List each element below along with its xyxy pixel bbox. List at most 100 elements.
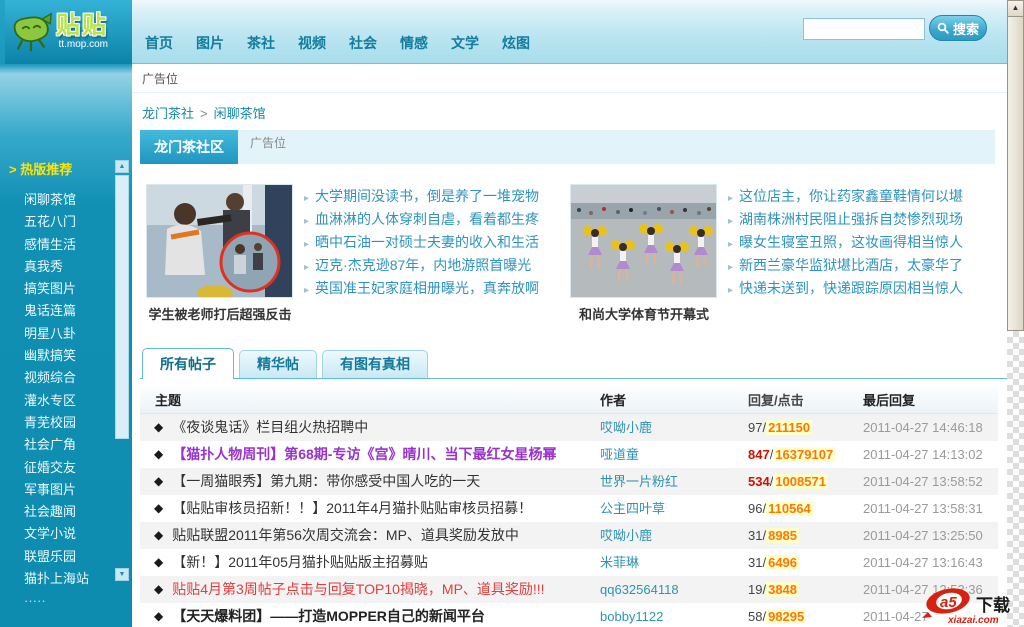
sidebar-item[interactable]: ····· (0, 590, 116, 612)
sidebar-item[interactable]: 青芜校园 (0, 412, 116, 434)
post-author-link[interactable]: 米菲琳 (600, 555, 639, 570)
sidebar-item[interactable]: 鬼话连篇 (0, 300, 116, 322)
post-title-link[interactable]: 《夜谈鬼话》栏目组火热招聘中 (172, 414, 368, 441)
diamond-bullet-icon: ◆ (154, 474, 164, 488)
last-reply-time: 2011-04-27 13:58:31 (863, 501, 983, 516)
post-title-link[interactable]: 贴贴4月第3周帖子点击与回复TOP10揭晓，MP、道具奖励!!! (172, 576, 544, 603)
sidebar-item[interactable]: 联盟乐园 (0, 546, 116, 568)
search-input[interactable] (803, 18, 925, 40)
a5xiazai-watermark: a5 下载 xiazai.com (922, 586, 1010, 626)
news-link-line: ▸ 血淋淋的人体穿刺自虐，看着都生疼 (304, 208, 539, 231)
arrow-bullet-icon: ▸ (304, 216, 310, 227)
sidebar-scroll-thumb[interactable] (115, 175, 129, 439)
last-reply-time: 2011-04-27 14:13:02 (863, 447, 983, 462)
breadcrumb-section-link[interactable]: 龙门茶社 (142, 106, 194, 121)
post-table-header: 主题 作者 回复/点击 最后回复 (140, 388, 998, 414)
sidebar-item[interactable]: 感情生活 (0, 234, 116, 256)
post-author-link[interactable]: 世界一片粉红 (600, 474, 678, 489)
post-title-link[interactable]: 【一周猫眼秀】第九期：带你感受中国人吃的一天 (172, 468, 480, 495)
post-title-link[interactable]: 贴贴联盟2011年第56次周交流会：MP、道具奖励发放中 (172, 522, 519, 549)
sidebar-item[interactable]: 猫扑上海站 (0, 568, 116, 590)
sidebar-item[interactable]: 文学小说 (0, 523, 116, 545)
post-title-link[interactable]: 【贴贴审核员招新！！】2011年4月猫扑贴贴审核员招募！ (172, 495, 532, 522)
nav-item[interactable]: 社会 (349, 33, 377, 53)
sidebar-item[interactable]: 视频综合 (0, 367, 116, 389)
news-section: 学生被老师打后超强反击 ▸ 大学期间没读书，倒是养了一堆宠物 ▸ 血淋淋的人体穿刺自虐… (146, 184, 1007, 323)
sidebar-item[interactable]: 明星八卦 (0, 323, 116, 345)
nav-item[interactable]: 炫图 (502, 33, 530, 53)
post-author-link[interactable]: 哎呦小鹿 (600, 528, 652, 543)
diamond-bullet-icon: ◆ (154, 501, 164, 515)
news-link[interactable]: 新西兰豪华监狱堪比酒店，太豪华了 (739, 257, 963, 273)
news-photo-caption[interactable]: 和尚大学体育节开幕式 (570, 304, 718, 323)
site-logo[interactable]: 贴贴 tt.mop.com (5, 0, 132, 64)
click-count: 16379107 (773, 447, 836, 462)
browser-scrollbar: ▲ (1007, 0, 1024, 627)
post-author-link[interactable]: 公主四叶草 (600, 501, 665, 516)
arrow-bullet-icon: ▸ (304, 239, 310, 250)
sidebar-item[interactable]: 社会趣闻 (0, 501, 116, 523)
news-link-line: ▸ 这位店主，你让药家鑫童鞋情何以堪 (728, 185, 963, 208)
sidebar-item[interactable]: 搞笑图片 (0, 278, 116, 300)
header-last-reply: 最后回复 (863, 393, 916, 408)
news-link[interactable]: 迈克·杰克逊87年，内地游照首曝光 (315, 257, 531, 273)
sidebar-item[interactable]: 五花八门 (0, 211, 116, 233)
scrollbar-thumb[interactable] (1007, 17, 1024, 331)
sidebar-item[interactable]: 闲聊茶馆 (0, 189, 116, 211)
nav-item[interactable]: 图片 (196, 33, 224, 53)
news-link[interactable]: 血淋淋的人体穿刺自虐，看着都生疼 (315, 211, 539, 227)
news-link[interactable]: 湖南株洲村民阻止强拆自焚惨烈现场 (739, 211, 963, 227)
header-author: 作者 (600, 393, 627, 408)
post-author-link[interactable]: 哎呦小鹿 (600, 420, 652, 435)
mop-mascot-icon (13, 12, 52, 52)
news-photo-caption[interactable]: 学生被老师打后超强反击 (146, 304, 294, 323)
news-photo-2[interactable] (570, 184, 717, 298)
sidebar-item[interactable]: 征婚交友 (0, 457, 116, 479)
scrollbar-up-icon[interactable]: ▲ (1007, 0, 1024, 17)
sidebar-item[interactable]: 军事图片 (0, 479, 116, 501)
sidebar-item[interactable]: 幽默搞笑 (0, 345, 116, 367)
sidebar-item[interactable]: 灌水专区 (0, 390, 116, 412)
sidebar-scroll-down-button[interactable]: ▼ (115, 568, 129, 581)
svg-text:a5: a5 (940, 594, 957, 611)
post-author-link[interactable]: 哑道童 (600, 447, 639, 462)
sidebar-item[interactable]: 真我秀 (0, 256, 116, 278)
last-reply-time: 2011-04-27 13:58:52 (863, 474, 983, 489)
nav-item[interactable]: 茶社 (247, 33, 275, 53)
news-links-1: ▸ 大学期间没读书，倒是养了一堆宠物 ▸ 血淋淋的人体穿刺自虐，看着都生疼 ▸ 晒中石油一… (304, 184, 539, 323)
sidebar-item[interactable]: 社会广角 (0, 434, 116, 456)
breadcrumb-current-link[interactable]: 闲聊茶馆 (214, 106, 266, 121)
news-link[interactable]: 曝女生寝室丑照，这妆画得相当惊人 (739, 234, 963, 250)
last-reply-time: 2011-04-27 13:25:50 (863, 528, 983, 543)
news-link[interactable]: 快递未送到，快递跟踪原因相当惊人 (739, 280, 963, 296)
nav-item[interactable]: 视频 (298, 33, 326, 53)
nav-item[interactable]: 情感 (400, 33, 428, 53)
tab[interactable]: 有图有真相 (322, 350, 428, 378)
search-button[interactable]: 搜索 (929, 15, 987, 41)
logo-title: 贴贴 (56, 12, 108, 39)
post-title-link[interactable]: 【猫扑人物周刊】第68期-专访《宫》晴川、当下最红女星杨幂 (172, 441, 556, 468)
nav-item[interactable]: 文学 (451, 33, 479, 53)
post-author-link[interactable]: bobby1122 (600, 609, 663, 624)
tab[interactable]: 精华帖 (239, 350, 317, 378)
post-title-link[interactable]: 【天天爆料团】——打造MOPPER自己的新闻平台 (172, 603, 485, 627)
nav-item[interactable]: 首页 (145, 33, 173, 53)
search-icon (937, 22, 950, 34)
tab[interactable]: 所有帖子 (142, 348, 234, 379)
watermark-download-label: 下载 (976, 596, 1010, 615)
news-link[interactable]: 晒中石油一对硕士夫妻的收入和生活 (315, 234, 539, 250)
news-link[interactable]: 英国准王妃家庭相册曝光，真奔放啊 (315, 280, 539, 296)
post-author-link[interactable]: qq632564118 (600, 582, 679, 597)
arrow-bullet-icon: ▸ (304, 262, 310, 273)
last-reply-time: 2011-04-27 14:46:18 (863, 420, 983, 435)
news-link-line: ▸ 大学期间没读书，倒是养了一堆宠物 (304, 185, 539, 208)
sidebar-scroll-up-button[interactable]: ▲ (115, 160, 129, 173)
reply-count: 19 (748, 582, 763, 597)
news-link[interactable]: 这位店主，你让药家鑫童鞋情何以堪 (739, 188, 963, 204)
news-link[interactable]: 大学期间没读书，倒是养了一堆宠物 (315, 188, 539, 204)
post-row: ◆ 【一周猫眼秀】第九期：带你感受中国人吃的一天 世界一片粉红 534/1008… (140, 468, 998, 495)
post-title-link[interactable]: 【新！】2011年05月猫扑贴贴版主招募贴 (172, 549, 428, 576)
click-count: 6496 (766, 555, 800, 570)
news-photo-1[interactable] (146, 184, 293, 298)
ad-placeholder-board: 广告位 (238, 130, 995, 164)
